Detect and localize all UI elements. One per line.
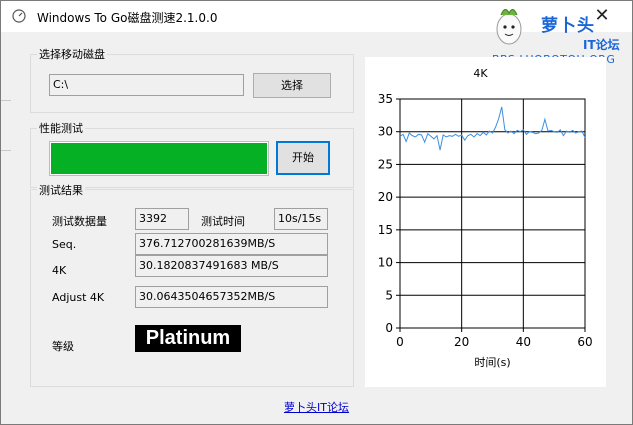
y-tick-label: 35 [378, 92, 393, 106]
chart-panel: 0 20 40 60 0 5 10 15 20 25 30 35 4K 时间(s) [365, 57, 606, 387]
x-tick-label: 20 [454, 335, 469, 349]
disk-path-field[interactable]: C:\ [49, 74, 244, 96]
seq-label: Seq. [52, 238, 77, 251]
y-tick-label: 25 [378, 157, 393, 171]
y-tick-label: 0 [385, 321, 393, 335]
progress-fill [51, 143, 267, 174]
x-tick-label: 60 [577, 335, 592, 349]
logo-sub: IT论坛 [583, 38, 620, 52]
divider [1, 100, 11, 101]
results-group-label: 测试结果 [37, 182, 85, 198]
chart-title: 4K [473, 67, 488, 80]
x-tick-label: 40 [516, 335, 531, 349]
perf-test-group-label: 性能测试 [37, 120, 85, 136]
y-tick-label: 15 [378, 223, 393, 237]
4k-line-chart: 0 20 40 60 0 5 10 15 20 25 30 35 4K 时间(s) [378, 67, 593, 369]
speedometer-icon [12, 9, 26, 23]
test-time-field: 10s/15s [274, 208, 328, 230]
app-window: Windows To Go磁盘测速2.1.0.0 ✕ 萝卜头 IT论坛 BBS.… [0, 0, 633, 425]
forum-link[interactable]: 萝卜头IT论坛 [284, 399, 349, 415]
test-time-label: 测试时间 [201, 215, 245, 228]
x-axis-label: 时间(s) [474, 356, 510, 369]
y-tick-label: 30 [378, 125, 393, 139]
divider [1, 150, 11, 151]
logo-name: 萝卜头 [541, 16, 595, 36]
start-button[interactable]: 开始 [276, 141, 330, 175]
seq-field: 376.712700281639MB/S [135, 233, 328, 255]
adjust-4k-label: Adjust 4K [52, 291, 105, 304]
y-tick-label: 5 [385, 288, 393, 302]
adjust-4k-field: 30.0643504657352MB/S [135, 286, 328, 308]
4k-label: 4K [52, 264, 67, 277]
data-amount-field: 3392 [135, 208, 189, 230]
grade-badge: Platinum [135, 325, 241, 352]
select-button[interactable]: 选择 [253, 73, 331, 98]
window-title: Windows To Go磁盘测速2.1.0.0 [37, 11, 218, 25]
grade-label: 等级 [52, 340, 74, 353]
4k-field: 30.1820837491683 MB/S [135, 255, 328, 277]
y-tick-label: 20 [378, 190, 393, 204]
y-tick-label: 10 [378, 256, 393, 270]
x-tick-label: 0 [396, 335, 404, 349]
progress-bar [49, 141, 269, 176]
select-disk-group-label: 选择移动磁盘 [37, 46, 107, 62]
data-amount-label: 测试数据量 [52, 215, 107, 228]
